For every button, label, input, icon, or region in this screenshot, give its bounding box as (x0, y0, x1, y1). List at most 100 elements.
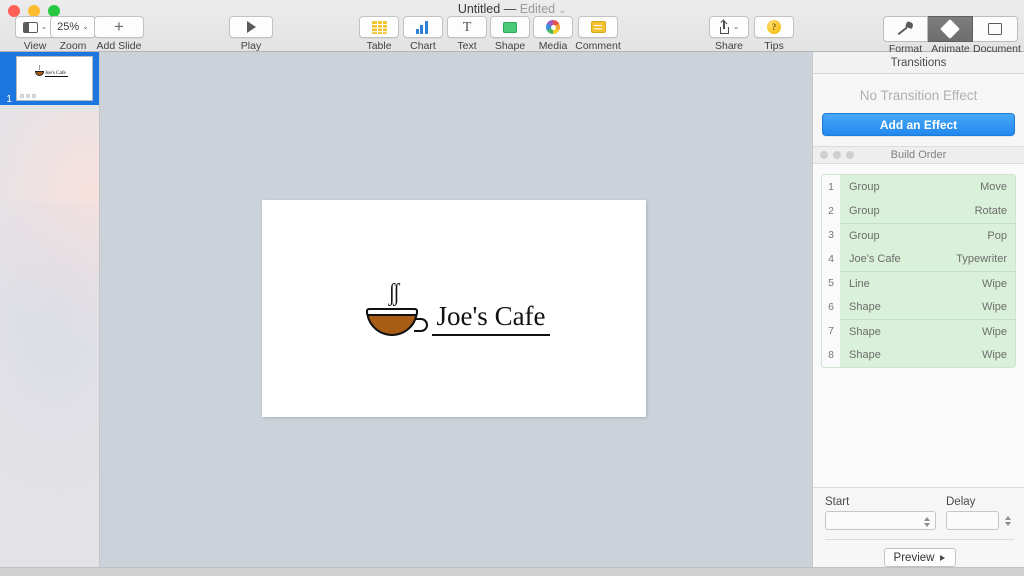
start-input[interactable] (825, 511, 936, 530)
zoom-button[interactable]: 25% ⌄ (50, 16, 96, 38)
media-button[interactable] (533, 16, 573, 38)
toolbar-play[interactable]: Play (222, 16, 280, 52)
animate-inspector: Transitions No Transition Effect Add an … (812, 52, 1024, 567)
text-icon: T (462, 19, 472, 35)
build-row-number: 8 (828, 349, 834, 361)
edited-status: Edited (519, 2, 556, 16)
table-row[interactable]: 2 Group Rotate (822, 199, 1015, 223)
delay-label: Delay (946, 496, 976, 508)
build-row-number: 6 (828, 301, 834, 313)
main-area: 1 ʃ Joe's Cafe ʃʃ Joe's Cafe Transitions… (0, 52, 1024, 567)
no-transition-effect-label: No Transition Effect (859, 88, 978, 103)
table-row[interactable]: 1 Group Move (822, 175, 1015, 199)
toolbar-play-label: Play (240, 40, 262, 52)
cafe-logo-text[interactable]: Joe's Cafe (432, 301, 550, 336)
bottom-strip (0, 567, 1024, 576)
thumbnail-cup-icon: ʃ (34, 65, 44, 76)
tips-button[interactable]: ? (754, 16, 794, 38)
document-title[interactable]: Untitled — Edited ⌄ (0, 2, 1024, 16)
build-order-list[interactable]: 1 Group Move 2 Group Rotate 3 Group Pop 4 Joe's Ca… (813, 164, 1024, 487)
build-row-object: Line (849, 277, 870, 290)
chevron-down-icon[interactable]: ⌄ (559, 5, 567, 15)
table-button[interactable] (359, 16, 399, 38)
view-icon (22, 21, 38, 33)
delay-input[interactable] (946, 511, 999, 530)
build-row-object: Joe's Cafe (849, 253, 901, 265)
stepper-down-icon (1005, 521, 1011, 526)
build-row-number: 1 (828, 181, 834, 193)
toolbar-tips-label: Tips (764, 40, 784, 52)
build-row[interactable]: Group Move (840, 175, 1015, 199)
toolbar-comment-label: Comment (575, 40, 621, 52)
timing-fields: Start Delay (825, 496, 1014, 530)
chart-icon (415, 20, 431, 34)
stepper-up-icon (924, 516, 930, 521)
plus-icon: + (114, 17, 124, 36)
toolbar-text-label: Text (457, 40, 477, 52)
tab-format[interactable] (883, 16, 928, 42)
build-row-effect: Wipe (981, 325, 1007, 338)
table-row[interactable]: 8 Shape Wipe (822, 343, 1015, 367)
add-slide-button[interactable]: + (94, 16, 144, 38)
comment-button[interactable] (578, 16, 618, 38)
play-icon (246, 21, 256, 33)
shape-icon (503, 21, 517, 33)
play-icon (940, 554, 946, 561)
table-row[interactable]: 3 Group Pop (822, 223, 1015, 247)
build-row-object: Group (849, 229, 880, 242)
animation-controls: Start Delay Preview (813, 487, 1024, 567)
build-order-table: 1 Group Move 2 Group Rotate 3 Group Pop 4 Joe's Ca… (821, 174, 1016, 368)
start-field-group: Start (825, 496, 936, 530)
format-brush-icon (898, 22, 914, 36)
title-separator: — (503, 2, 517, 16)
slide-surface[interactable]: ʃʃ Joe's Cafe (262, 199, 646, 417)
build-row[interactable]: Group Pop (840, 223, 1015, 247)
start-stepper[interactable] (921, 512, 933, 531)
cafe-logo-group[interactable]: ʃʃ Joe's Cafe (366, 279, 550, 338)
build-row-effect: Wipe (981, 277, 1007, 290)
slide-canvas[interactable]: ʃʃ Joe's Cafe (100, 52, 812, 567)
build-row[interactable]: Line Wipe (840, 271, 1015, 295)
slide-navigator[interactable]: 1 ʃ Joe's Cafe (0, 52, 100, 567)
build-row-number: 3 (828, 229, 834, 241)
comment-icon (590, 21, 606, 33)
table-row[interactable]: 5 Line Wipe (822, 271, 1015, 295)
toolbar-add-slide[interactable]: + Add Slide (92, 16, 146, 52)
start-label: Start (825, 496, 850, 508)
table-row[interactable]: 6 Shape Wipe (822, 295, 1015, 319)
preview-bar: Preview (825, 539, 1014, 567)
toolbar-tips[interactable]: ? Tips (745, 16, 803, 52)
build-row-effect: Move (980, 181, 1007, 193)
delay-stepper[interactable] (1002, 511, 1014, 530)
coffee-cup-icon[interactable]: ʃʃ (366, 279, 430, 338)
build-row-object: Shape (849, 301, 881, 313)
share-button[interactable]: ⌄ (709, 16, 749, 38)
slide-thumbnail-1[interactable]: 1 ʃ Joe's Cafe (0, 52, 99, 105)
build-row[interactable]: Joe's Cafe Typewriter (840, 247, 1015, 271)
inspector-tabs (883, 16, 1018, 42)
play-button[interactable] (229, 16, 273, 38)
chart-button[interactable] (403, 16, 443, 38)
build-row-number: 5 (828, 277, 834, 289)
thumbnail-build-indicators (19, 94, 36, 98)
keynote-window: Untitled — Edited ⌄ ⌄ View 25% ⌄ Zoom + … (0, 0, 1024, 576)
steam-icon: ʃʃ (388, 279, 399, 307)
build-row[interactable]: Group Rotate (840, 199, 1015, 223)
slide-thumbnail-preview[interactable]: ʃ Joe's Cafe (15, 56, 93, 101)
preview-label: Preview (893, 551, 935, 564)
build-row[interactable]: Shape Wipe (840, 295, 1015, 319)
tab-animate[interactable] (928, 16, 973, 42)
add-effect-button[interactable]: Add an Effect (822, 113, 1015, 136)
table-row[interactable]: 7 Shape Wipe (822, 319, 1015, 343)
build-row-object: Shape (849, 349, 881, 361)
preview-button[interactable]: Preview (883, 548, 956, 567)
toolbar-comment[interactable]: Comment (569, 16, 627, 52)
table-row[interactable]: 4 Joe's Cafe Typewriter (822, 247, 1015, 271)
build-row-number: 2 (828, 205, 834, 217)
build-row-effect: Wipe (981, 301, 1007, 313)
chevron-down-icon: ⌄ (732, 22, 740, 31)
build-row[interactable]: Shape Wipe (840, 319, 1015, 343)
build-row-object: Group (849, 205, 880, 217)
build-row[interactable]: Shape Wipe (840, 343, 1015, 367)
tab-document[interactable] (973, 16, 1018, 42)
